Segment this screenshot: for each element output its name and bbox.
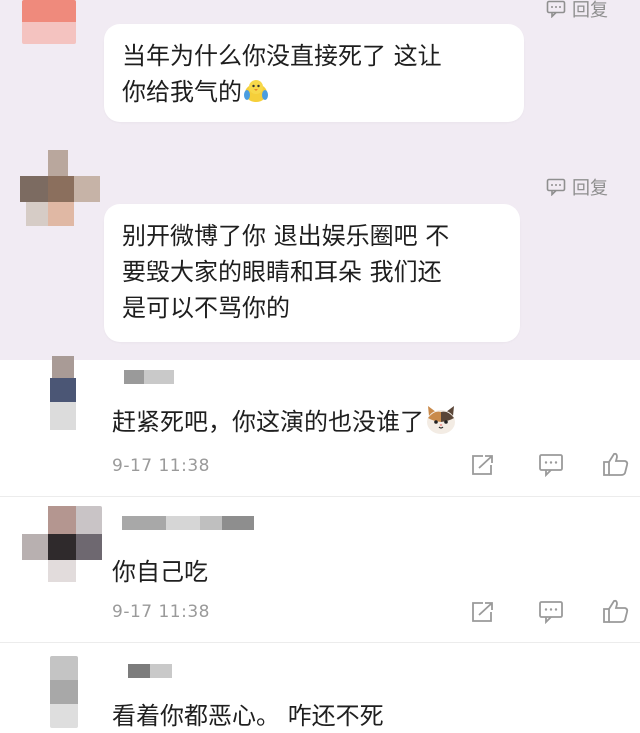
comment-bubble-icon xyxy=(546,178,566,196)
reply-bubble: 别开微博了你 退出娱乐圈吧 不 要毁大家的眼睛和耳朵 我们还 是可以不骂你的 xyxy=(104,204,520,342)
username-obscured[interactable] xyxy=(124,370,174,384)
comment-bubble-icon xyxy=(546,0,566,18)
avatar[interactable] xyxy=(20,150,100,226)
share-icon[interactable] xyxy=(470,600,496,624)
cat-emoji-icon xyxy=(424,404,458,436)
share-icon[interactable] xyxy=(470,453,496,477)
reply-text-line: 别开微博了你 退出娱乐圈吧 不 xyxy=(122,222,450,250)
reply-button[interactable]: 回复 xyxy=(546,174,608,200)
avatar[interactable] xyxy=(48,356,78,430)
avatar[interactable] xyxy=(22,506,102,582)
reply-label: 回复 xyxy=(572,178,608,199)
comment-text: 赶紧死吧，你这演的也没谁了 xyxy=(112,404,458,438)
thumbs-up-icon[interactable] xyxy=(602,598,630,624)
reply-text-line: 当年为什么你没直接死了 这让 xyxy=(122,42,442,70)
reply-text-line: 要毁大家的眼睛和耳朵 我们还 xyxy=(122,258,442,286)
reply-bubble: 当年为什么你没直接死了 这让 你给我气的 xyxy=(104,24,524,122)
comment-icon[interactable] xyxy=(538,453,564,477)
reply-text-line: 你给我气的 xyxy=(122,78,242,106)
avatar[interactable] xyxy=(50,656,78,728)
comment-icon[interactable] xyxy=(538,600,564,624)
avatar[interactable] xyxy=(22,0,76,44)
comment-timestamp: 9-17 11:38 xyxy=(112,602,210,622)
comment-text: 看着你都恶心。 咋还不死 xyxy=(112,702,384,730)
username-obscured[interactable] xyxy=(122,516,254,530)
reply-label: 回复 xyxy=(572,0,608,21)
comment-text: 你自己吃 xyxy=(112,558,208,586)
reply-text-line: 是可以不骂你的 xyxy=(122,294,290,322)
username-obscured[interactable] xyxy=(128,664,172,678)
reply-button[interactable]: 回复 xyxy=(546,0,608,22)
thumbs-up-icon[interactable] xyxy=(602,451,630,477)
divider xyxy=(0,496,640,497)
divider xyxy=(0,642,640,643)
chick-emoji-icon xyxy=(242,77,270,105)
comment-timestamp: 9-17 11:38 xyxy=(112,456,210,476)
